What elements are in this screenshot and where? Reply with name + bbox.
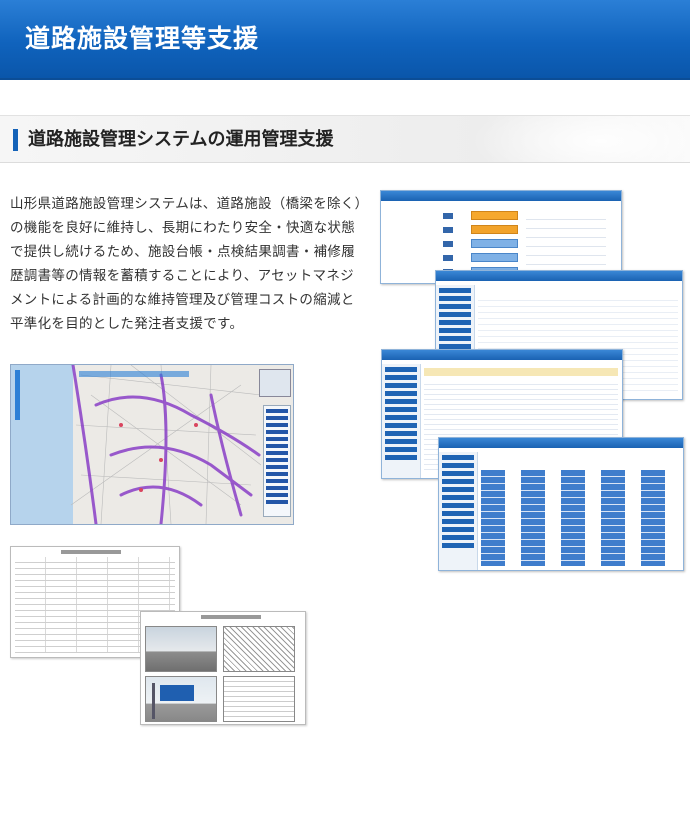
road-sign-photo xyxy=(145,676,217,722)
map-overview xyxy=(259,369,291,397)
description-text: 山形県道路施設管理システムは、道路施設（橋梁を除く）の機能を良好に維持し、長期に… xyxy=(10,196,362,332)
map-roads xyxy=(15,365,262,524)
screenshot-detail xyxy=(438,437,684,571)
location-map-photo xyxy=(223,626,295,672)
heading-decoration xyxy=(470,116,690,162)
heading-accent-bar xyxy=(13,129,18,151)
map-layer-panel xyxy=(263,405,291,517)
section-title: 道路施設管理システムの運用管理支援 xyxy=(28,129,334,150)
page-header: 道路施設管理等支援 xyxy=(0,0,690,80)
road-photo xyxy=(145,626,217,672)
page-title: 道路施設管理等支援 xyxy=(25,24,260,53)
road-facility-map xyxy=(10,364,294,525)
section-heading: 道路施設管理システムの運用管理支援 xyxy=(0,115,690,163)
drawing-photo xyxy=(223,676,295,722)
document-photo-sheet xyxy=(140,611,306,725)
